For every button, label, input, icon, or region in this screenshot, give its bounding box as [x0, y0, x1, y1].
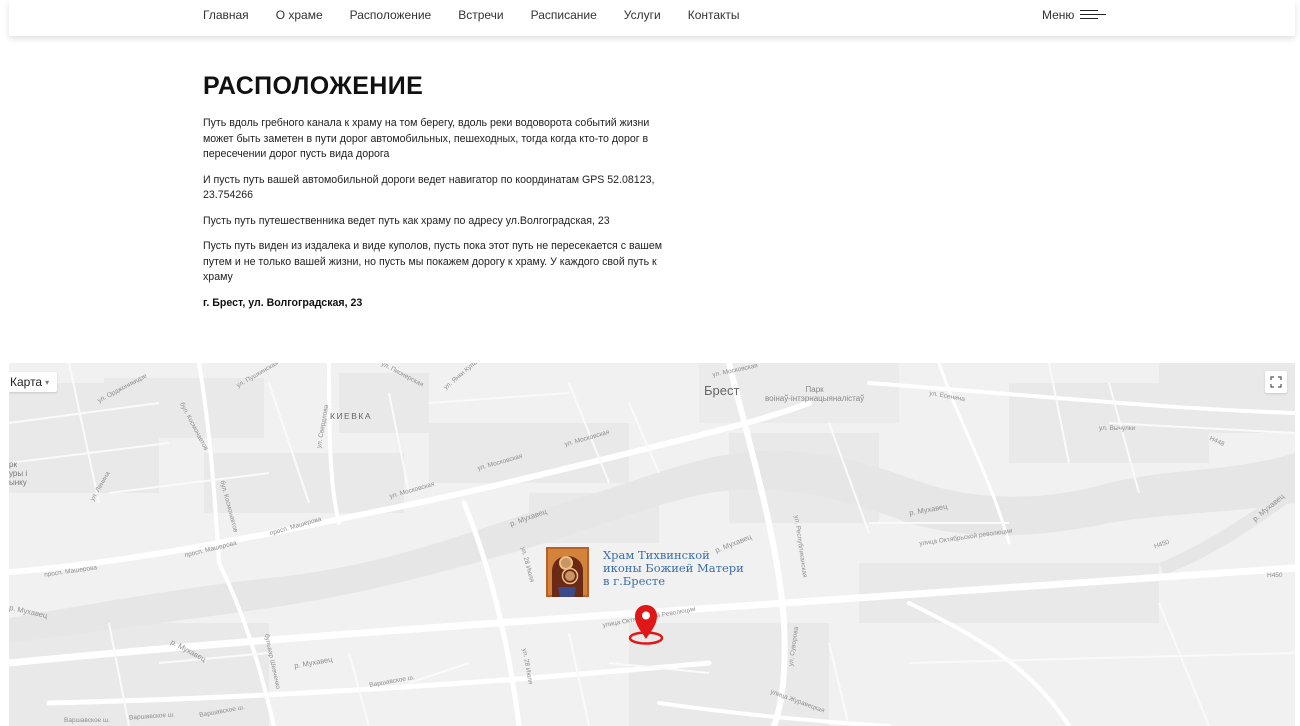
- road-number-label: H450: [1267, 572, 1283, 579]
- nav-link-home[interactable]: Главная: [203, 8, 249, 22]
- church-icon[interactable]: [546, 547, 589, 597]
- park-label: Парк воінаў-інтэрнацыяналістаў: [765, 385, 864, 403]
- map-pin-icon[interactable]: [627, 603, 665, 647]
- paragraph-gps: И пусть путь вашей автомобильной дороги …: [203, 173, 655, 202]
- district-label: КИЕВКА: [330, 411, 373, 421]
- fullscreen-button[interactable]: [1265, 371, 1287, 393]
- address: г. Брест, ул. Волгоградская, 23: [203, 296, 363, 309]
- map-type-label: Карта: [10, 375, 43, 389]
- chevron-down-icon: ▾: [45, 377, 50, 387]
- main-content: РАСПОЛОЖЕНИЕ Путь вдоль гребного канала …: [203, 70, 673, 311]
- map[interactable]: ул. Орджоникидзе ул. Пушкинская ул. Пион…: [9, 363, 1295, 726]
- park-label-line: Парк: [805, 385, 824, 394]
- partial-label-line: уры і: [9, 469, 28, 478]
- nav-link-about[interactable]: О храме: [276, 8, 323, 22]
- menu-label: Меню: [1042, 8, 1075, 22]
- partial-park-label: рк уры і ынку: [9, 460, 27, 487]
- paragraph-address: Пусть путь путешественника ведет путь ка…: [203, 214, 610, 227]
- partial-label-line: ынку: [9, 478, 27, 487]
- partial-label-line: рк: [9, 460, 17, 469]
- church-name-label[interactable]: Храм Тихвинской иконы Божией Матери в г.…: [603, 549, 744, 588]
- nav-link-schedule[interactable]: Расписание: [531, 8, 597, 22]
- park-label-line: воінаў-інтэрнацыяналістаў: [765, 394, 865, 403]
- map-type-selector[interactable]: Карта ▾: [9, 372, 58, 392]
- menu-button[interactable]: Меню: [1042, 0, 1107, 30]
- street-label: Варшавское ш.: [64, 717, 110, 724]
- fullscreen-icon: [1270, 376, 1282, 388]
- main-nav: Главная О храме Расположение Встречи Рас…: [203, 0, 767, 30]
- nav-link-contacts[interactable]: Контакты: [688, 8, 740, 22]
- nav-link-services[interactable]: Услуги: [624, 8, 661, 22]
- church-name-line: в г.Бресте: [603, 574, 666, 588]
- paragraph-route: Путь вдоль гребного канала к храму на то…: [203, 117, 650, 160]
- map-roads: [9, 363, 1295, 726]
- paragraph-domes: Пусть путь виден из издалека и виде купо…: [203, 240, 663, 283]
- page-title: РАСПОЛОЖЕНИЕ: [203, 72, 424, 100]
- hamburger-icon: [1080, 9, 1107, 21]
- street-label: ул. Вычулки: [1099, 425, 1136, 432]
- top-navigation-bar: Главная О храме Расположение Встречи Рас…: [9, 0, 1295, 36]
- city-label: Брест: [704, 383, 740, 398]
- nav-link-meetings[interactable]: Встречи: [458, 8, 503, 22]
- nav-link-location[interactable]: Расположение: [350, 8, 432, 22]
